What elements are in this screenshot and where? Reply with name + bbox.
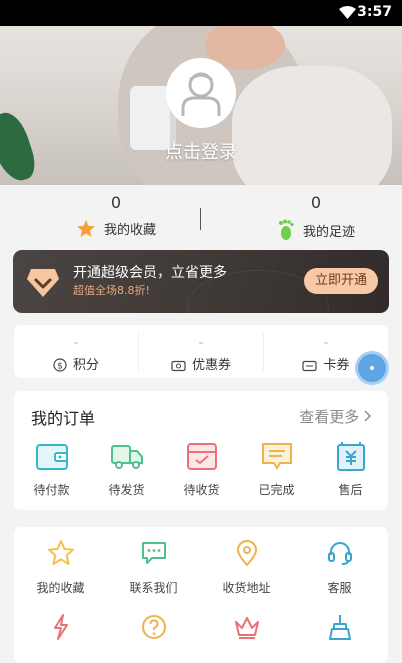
chevron-right-icon [364, 410, 371, 422]
tool-lightning[interactable] [14, 613, 107, 653]
diamond-icon [27, 269, 59, 297]
coupon-icon [171, 360, 186, 372]
footprint-icon [278, 219, 294, 240]
footprints-label: 我的足迹 [302, 225, 355, 240]
yuan-doc-icon [336, 442, 365, 471]
orders-view-more[interactable]: 查看更多 [299, 406, 372, 427]
order-pending-payment[interactable]: 待付款 [14, 441, 89, 498]
tool-favorites-label: 我的收藏 [36, 581, 85, 595]
crown-icon [234, 617, 259, 639]
card-coupon-value: - [323, 335, 329, 351]
order-pending-shipment-label: 待发货 [108, 483, 145, 497]
tools-card: 我的收藏 联系我们 收货地址 客服 [14, 527, 388, 663]
favorites-count: 0 [110, 193, 122, 212]
tool-clear-cache[interactable] [293, 613, 386, 653]
vip-title: 开通超级会员，立省更多 [73, 265, 227, 281]
vip-subtitle: 超值全场8.8折! [73, 284, 150, 297]
order-completed-label: 已完成 [258, 483, 295, 497]
coin-icon: $ [53, 358, 67, 372]
status-time: 3:57 [357, 4, 392, 20]
coupon-label: 优惠券 [191, 358, 231, 373]
tool-address[interactable]: 收货地址 [200, 539, 293, 596]
stats-divider [200, 208, 201, 230]
message-check-icon [261, 443, 292, 470]
floating-action-button[interactable] [355, 351, 389, 385]
dot-icon [370, 366, 374, 370]
stats-row: 0 我的收藏 0 我的足迹 [0, 185, 402, 245]
user-avatar-icon [181, 72, 221, 116]
footprints-count: 0 [310, 193, 322, 212]
hero-background-sleeve [232, 66, 392, 185]
tool-help[interactable] [107, 613, 200, 653]
assets-card: - $ 积分 - 优惠券 - 卡券 [14, 325, 388, 378]
orders-card: 我的订单 查看更多 待付款 待发货 待收货 已完成 售后 [14, 391, 388, 510]
tool-customer-service[interactable]: 客服 [293, 539, 386, 596]
orders-view-more-label: 查看更多 [299, 408, 360, 426]
svg-text:$: $ [57, 362, 63, 372]
stat-footprints[interactable]: 0 我的足迹 [216, 193, 402, 241]
tool-customer-service-label: 客服 [327, 581, 352, 595]
order-pending-receipt-label: 待收货 [183, 483, 220, 497]
vip-banner[interactable]: 开通超级会员，立省更多 超值全场8.8折! 立即开通 [13, 250, 389, 313]
broom-icon [328, 615, 351, 640]
order-after-sales-label: 售后 [338, 483, 363, 497]
status-bar: 3:57 [0, 0, 402, 26]
coupon-value: - [198, 335, 204, 351]
lightning-icon [53, 614, 68, 640]
favorites-label: 我的收藏 [103, 223, 156, 238]
tool-contact-us-label: 联系我们 [129, 581, 178, 595]
star-outline-icon [47, 540, 74, 565]
wallet-icon [35, 444, 68, 470]
card-coupon-label: 卡券 [323, 358, 350, 373]
order-pending-receipt[interactable]: 待收货 [164, 441, 239, 498]
tool-contact-us[interactable]: 联系我们 [107, 539, 200, 596]
wifi-icon [339, 6, 356, 19]
order-pending-shipment[interactable]: 待发货 [89, 441, 164, 498]
star-icon [76, 220, 95, 237]
tool-membership[interactable] [200, 613, 293, 653]
order-after-sales[interactable]: 售后 [313, 441, 388, 498]
points-value: - [73, 335, 79, 351]
location-icon [236, 540, 257, 567]
truck-icon [110, 445, 143, 469]
order-pending-payment-label: 待付款 [33, 483, 70, 497]
order-completed[interactable]: 已完成 [239, 441, 314, 498]
points-label: 积分 [72, 358, 99, 373]
stat-favorites[interactable]: 0 我的收藏 [16, 193, 216, 239]
orders-title: 我的订单 [31, 409, 96, 428]
help-icon [141, 615, 166, 639]
coupon-item[interactable]: - 优惠券 [139, 325, 263, 378]
chat-icon [141, 542, 166, 564]
points-item[interactable]: - $ 积分 [14, 325, 138, 378]
card-coupon-icon [302, 360, 318, 372]
headset-icon [327, 542, 352, 565]
vip-open-button[interactable]: 立即开通 [304, 268, 378, 294]
tool-favorites[interactable]: 我的收藏 [14, 539, 107, 596]
box-icon [186, 443, 217, 470]
login-link[interactable]: 点击登录 [0, 138, 402, 164]
tool-address-label: 收货地址 [222, 581, 271, 595]
avatar[interactable] [166, 58, 236, 128]
